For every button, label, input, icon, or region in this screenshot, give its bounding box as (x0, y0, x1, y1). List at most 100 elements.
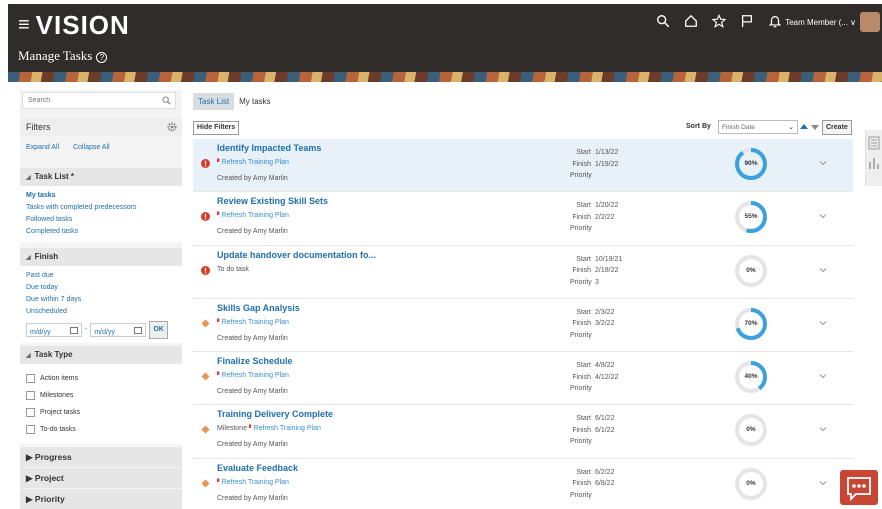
task-plan-link[interactable]: Refresh Training Plan (222, 319, 289, 326)
hamburger-menu-icon[interactable]: ≡ (18, 14, 31, 37)
option-action-items[interactable]: Action items (26, 370, 176, 387)
option-milestones[interactable]: Milestones (26, 387, 176, 404)
date-separator: - (85, 326, 88, 333)
task-row[interactable]: Review Existing Skill Sets ▘Refresh Trai… (193, 192, 853, 246)
start-date-input[interactable]: m/d/yy (26, 323, 82, 337)
search-icon[interactable] (162, 96, 171, 105)
task-finish-date: 4/12/22 (595, 373, 619, 381)
filter-followed-tasks[interactable]: Followed tasks (26, 214, 176, 226)
task-title-link[interactable]: Update handover documentation fo... (217, 250, 376, 260)
flag-icon[interactable] (740, 14, 754, 28)
task-title-link[interactable]: Skills Gap Analysis (217, 303, 300, 313)
option-project-tasks[interactable]: Project tasks (26, 404, 176, 421)
task-start-date: 10/19/21 (595, 255, 623, 263)
chevron-down-icon[interactable] (819, 159, 827, 167)
avatar[interactable] (860, 12, 880, 32)
task-title-link[interactable]: Finalize Schedule (217, 356, 293, 366)
filter-unscheduled[interactable]: Unscheduled (26, 306, 176, 318)
task-plan-link[interactable]: Refresh Training Plan (222, 479, 289, 486)
task-plan-link[interactable]: Refresh Training Plan (254, 425, 321, 432)
progress-ring: 0% (733, 253, 769, 289)
task-row[interactable]: Evaluate Feedback ▘Refresh Training Plan… (193, 458, 853, 509)
list-view-icon[interactable] (868, 136, 880, 150)
end-date-input[interactable]: m/d/yy (90, 323, 147, 337)
task-row[interactable]: Skills Gap Analysis ▘Refresh Training Pl… (193, 298, 853, 353)
error-icon (201, 212, 210, 222)
home-icon[interactable] (684, 14, 698, 28)
project-section-header[interactable]: ▶ Project (20, 468, 182, 488)
app-logo[interactable]: ≡ VISION (18, 10, 130, 41)
filter-due-today[interactable]: Due today (26, 282, 176, 294)
expand-all-link[interactable]: Expand All (26, 144, 59, 151)
user-menu[interactable]: Team Member (... ∨ (785, 18, 856, 27)
chevron-down-icon[interactable] (819, 212, 827, 220)
chevron-down-icon[interactable] (819, 479, 827, 487)
task-row[interactable]: Update handover documentation fo... To d… (193, 245, 853, 299)
task-plan-link[interactable]: Refresh Training Plan (222, 372, 289, 379)
expand-triangle-icon: ▶ (26, 494, 33, 504)
task-start-date: 1/20/22 (595, 202, 619, 210)
sort-select[interactable]: Finish Date ⌄ (718, 120, 798, 134)
search-input[interactable] (23, 93, 153, 108)
diamond-icon (201, 319, 210, 328)
task-title-link[interactable]: Evaluate Feedback (217, 463, 298, 473)
tab-my-tasks[interactable]: My tasks (234, 93, 276, 110)
gear-icon[interactable] (167, 122, 177, 132)
task-list-section: ◢ Task List * My tasks Tasks with complet… (20, 168, 182, 242)
task-plan-link[interactable]: Refresh Training Plan (222, 212, 289, 219)
task-start-date: 2/3/22 (595, 308, 615, 316)
search-icon[interactable] (656, 14, 670, 28)
chart-view-icon[interactable] (868, 156, 880, 170)
sort-ascending-icon[interactable] (800, 124, 808, 129)
checkbox[interactable] (26, 425, 35, 434)
filter-completed-tasks[interactable]: Completed tasks (26, 226, 176, 238)
filter-my-tasks[interactable]: My tasks (26, 190, 176, 202)
chevron-down-icon[interactable] (819, 319, 827, 327)
create-button[interactable]: Create (822, 120, 852, 135)
filters-panel: Filters Expand All Collapse All ◢Task Li… (20, 90, 182, 509)
right-rail (865, 130, 882, 186)
priority-section-header[interactable]: ▶ Priority (20, 489, 182, 509)
view-tabs: Task List My tasks (193, 93, 276, 110)
option-to-do-tasks[interactable]: To-do tasks (26, 421, 176, 438)
header-banner (8, 72, 882, 82)
chat-button[interactable] (840, 470, 878, 505)
help-icon[interactable]: ? (96, 52, 108, 63)
sort-descending-icon[interactable] (811, 125, 819, 130)
bell-icon[interactable] (768, 14, 782, 28)
checkbox[interactable] (26, 374, 35, 383)
task-created-by: Created by Amy Marlin (217, 175, 288, 182)
task-title-link[interactable]: Identify Impacted Teams (217, 143, 321, 153)
task-list-links: My tasks Tasks with completed predecesso… (20, 186, 182, 242)
task-list-header[interactable]: ◢ Task List * (20, 168, 182, 186)
filter-completed-predecessors[interactable]: Tasks with completed predecessors (26, 202, 176, 214)
progress-section-header[interactable]: ▶ Progress (20, 447, 182, 467)
task-plan-link[interactable]: Refresh Training Plan (222, 159, 289, 166)
task-type-header[interactable]: ◢ Task Type (20, 346, 182, 364)
task-title-link[interactable]: Review Existing Skill Sets (217, 196, 328, 206)
checkbox[interactable] (26, 408, 35, 417)
task-created-by: Created by Amy Marlin (217, 228, 288, 236)
filter-past-due[interactable]: Past due (26, 270, 176, 282)
task-title-link[interactable]: Training Delivery Complete (217, 409, 333, 419)
date-ok-button[interactable]: OK (149, 321, 168, 339)
calendar-icon[interactable] (134, 327, 143, 334)
checkbox[interactable] (26, 391, 35, 400)
progress-ring: 90% (733, 146, 769, 182)
tab-task-list[interactable]: Task List (193, 93, 235, 110)
task-row[interactable]: Training Delivery Complete Milestone ▘Re… (193, 405, 853, 459)
task-subtitle: ▘Refresh Training Plan (217, 212, 289, 219)
progress-ring: 0% (733, 412, 769, 448)
filter-due-within-7-days[interactable]: Due within 7 days (26, 294, 176, 306)
finish-header[interactable]: ◢ Finish (20, 248, 182, 266)
chevron-down-icon[interactable] (819, 425, 827, 433)
task-row[interactable]: Finalize Schedule ▘Refresh Training Plan… (193, 352, 853, 406)
star-icon[interactable] (712, 14, 726, 28)
hide-filters-button[interactable]: Hide Filters (193, 121, 240, 135)
collapse-all-link[interactable]: Collapse All (73, 144, 110, 151)
task-start-date: 4/8/22 (595, 362, 615, 370)
calendar-icon[interactable] (70, 327, 78, 334)
chevron-down-icon[interactable] (819, 372, 827, 380)
task-row[interactable]: Identify Impacted Teams ▘Refresh Trainin… (193, 139, 853, 193)
chevron-down-icon[interactable] (819, 266, 827, 274)
